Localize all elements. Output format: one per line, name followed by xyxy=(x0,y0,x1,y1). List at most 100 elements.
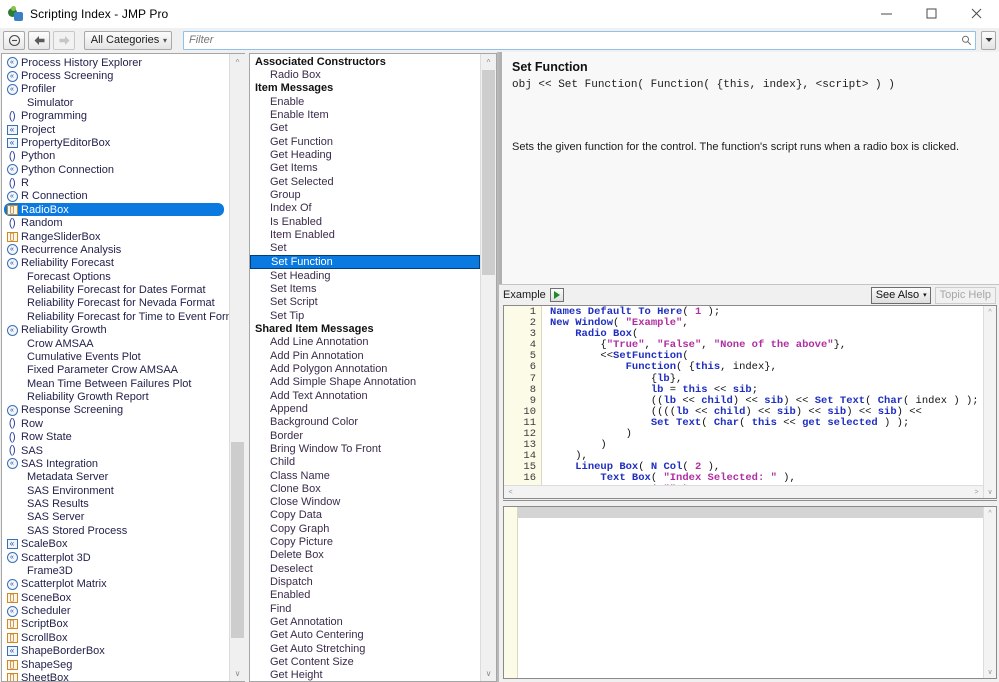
messages-item-bring-window-to-front[interactable]: Bring Window To Front xyxy=(250,442,480,455)
messages-item-set[interactable]: Set xyxy=(250,242,480,255)
messages-item-set-heading[interactable]: Set Heading xyxy=(250,269,480,282)
code-vscroll-track[interactable] xyxy=(984,319,996,485)
tree-item-sas[interactable]: ()SAS xyxy=(2,444,229,457)
messages-item-get-annotation[interactable]: Get Annotation xyxy=(250,615,480,628)
messages-item-delete-box[interactable]: Delete Box xyxy=(250,549,480,562)
tree-scroll-track[interactable] xyxy=(230,70,245,665)
tree-item-sas-results[interactable]: SAS Results xyxy=(2,497,229,510)
code-vertical-scrollbar[interactable]: ^ ∨ xyxy=(983,306,996,498)
tree-item-metadata-server[interactable]: Metadata Server xyxy=(2,471,229,484)
messages-item-copy-picture[interactable]: Copy Picture xyxy=(250,535,480,548)
tree-item-scriptbox[interactable]: []ScriptBox xyxy=(2,618,229,631)
tree-item-scrollbox[interactable]: []ScrollBox xyxy=(2,631,229,644)
minimize-button[interactable] xyxy=(864,0,909,28)
tree-item-r[interactable]: ()R xyxy=(2,176,229,189)
messages-item-copy-data[interactable]: Copy Data xyxy=(250,509,480,522)
tree-item-radiobox[interactable]: []RadioBox xyxy=(2,203,229,216)
tree-scroll-thumb[interactable] xyxy=(231,442,244,638)
tree-item-random[interactable]: ()Random xyxy=(2,217,229,230)
messages-item-child[interactable]: Child xyxy=(250,456,480,469)
tree-item-python-connection[interactable]: «Python Connection xyxy=(2,163,229,176)
messages-item-border[interactable]: Border xyxy=(250,429,480,442)
tree-item-scheduler[interactable]: «Scheduler xyxy=(2,604,229,617)
close-button[interactable] xyxy=(954,0,999,28)
tree-item-sas-stored-process[interactable]: SAS Stored Process xyxy=(2,524,229,537)
messages-item-group[interactable]: Group xyxy=(250,188,480,201)
scroll-up-icon[interactable]: ^ xyxy=(984,507,996,520)
tree-item-reliability-growth-report[interactable]: Reliability Growth Report xyxy=(2,390,229,403)
messages-item-get-function[interactable]: Get Function xyxy=(250,135,480,148)
maximize-button[interactable] xyxy=(909,0,954,28)
messages-item-set-function[interactable]: Set Function xyxy=(250,255,480,269)
output-canvas[interactable] xyxy=(518,518,983,678)
filter-dropdown-button[interactable] xyxy=(981,31,996,50)
tree-item-process-screening[interactable]: «Process Screening xyxy=(2,69,229,82)
messages-item-index-of[interactable]: Index Of xyxy=(250,202,480,215)
tree-item-scalebox[interactable]: «ScaleBox xyxy=(2,538,229,551)
scroll-down-icon[interactable]: ∨ xyxy=(230,665,245,681)
messages-item-append[interactable]: Append xyxy=(250,402,480,415)
run-script-icon[interactable] xyxy=(550,288,564,302)
messages-item-get-selected[interactable]: Get Selected xyxy=(250,175,480,188)
tree-item-frame3d[interactable]: Frame3D xyxy=(2,564,229,577)
tree-item-reliability-forecast-for-dates-format[interactable]: Reliability Forecast for Dates Format xyxy=(2,283,229,296)
messages-list[interactable]: Associated ConstructorsRadio BoxItem Mes… xyxy=(249,53,497,682)
tree-item-process-history-explorer[interactable]: «Process History Explorer xyxy=(2,56,229,69)
output-editor[interactable]: ^ ∨ xyxy=(503,506,997,679)
tree-item-cumulative-events-plot[interactable]: Cumulative Events Plot xyxy=(2,350,229,363)
messages-item-get-content-size[interactable]: Get Content Size xyxy=(250,655,480,668)
messages-item-get-heading[interactable]: Get Heading xyxy=(250,148,480,161)
scroll-left-icon[interactable]: < xyxy=(504,489,517,496)
tree-item-propertyeditorbox[interactable]: «PropertyEditorBox xyxy=(2,136,229,149)
scroll-up-icon[interactable]: ^ xyxy=(230,54,245,70)
filter-field-wrapper[interactable] xyxy=(183,31,976,50)
tree-item-profiler[interactable]: «Profiler xyxy=(2,83,229,96)
tree-item-row[interactable]: ()Row xyxy=(2,417,229,430)
messages-item-add-pin-annotation[interactable]: Add Pin Annotation xyxy=(250,349,480,362)
tree-item-sas-environment[interactable]: SAS Environment xyxy=(2,484,229,497)
tree-item-response-screening[interactable]: «Response Screening xyxy=(2,404,229,417)
messages-item-enabled[interactable]: Enabled xyxy=(250,589,480,602)
scroll-down-icon[interactable]: ∨ xyxy=(984,485,996,498)
tree-vertical-scrollbar[interactable]: ^ ∨ xyxy=(229,54,245,681)
messages-item-enable-item[interactable]: Enable Item xyxy=(250,108,480,121)
messages-item-class-name[interactable]: Class Name xyxy=(250,469,480,482)
messages-item-dispatch[interactable]: Dispatch xyxy=(250,575,480,588)
tree-item-reliability-forecast-for-time-to-event-format[interactable]: Reliability Forecast for Time to Event F… xyxy=(2,310,229,323)
category-dropdown[interactable]: All Categories ▾ xyxy=(84,31,172,50)
messages-item-get-auto-stretching[interactable]: Get Auto Stretching xyxy=(250,642,480,655)
tree-item-scatterplot-matrix[interactable]: «Scatterplot Matrix xyxy=(2,578,229,591)
messages-item-copy-graph[interactable]: Copy Graph xyxy=(250,522,480,535)
tree-item-reliability-growth[interactable]: «Reliability Growth xyxy=(2,324,229,337)
messages-item-add-polygon-annotation[interactable]: Add Polygon Annotation xyxy=(250,362,480,375)
tree-item-programming[interactable]: ()Programming xyxy=(2,110,229,123)
scroll-down-icon[interactable]: ∨ xyxy=(984,665,996,678)
messages-item-get-height[interactable]: Get Height xyxy=(250,669,480,681)
tree-item-row-state[interactable]: ()Row State xyxy=(2,431,229,444)
messages-list-rows[interactable]: Associated ConstructorsRadio BoxItem Mes… xyxy=(250,54,480,681)
tree-item-reliability-forecast-for-nevada-format[interactable]: Reliability Forecast for Nevada Format xyxy=(2,297,229,310)
messages-item-background-color[interactable]: Background Color xyxy=(250,416,480,429)
tree-item-fixed-parameter-crow-amsaa[interactable]: Fixed Parameter Crow AMSAA xyxy=(2,364,229,377)
messages-item-get[interactable]: Get xyxy=(250,122,480,135)
output-vertical-scrollbar[interactable]: ^ ∨ xyxy=(983,507,996,678)
see-also-button[interactable]: See Also ▾ xyxy=(871,287,931,304)
messages-item-item-enabled[interactable]: Item Enabled xyxy=(250,228,480,241)
messages-item-get-auto-centering[interactable]: Get Auto Centering xyxy=(250,629,480,642)
output-vscroll-track[interactable] xyxy=(984,520,996,665)
messages-item-close-window[interactable]: Close Window xyxy=(250,496,480,509)
messages-item-set-script[interactable]: Set Script xyxy=(250,296,480,309)
tree-item-scenebox[interactable]: []SceneBox xyxy=(2,591,229,604)
tree-item-sas-integration[interactable]: «SAS Integration xyxy=(2,457,229,470)
messages-item-add-line-annotation[interactable]: Add Line Annotation xyxy=(250,336,480,349)
tree-item-python[interactable]: ()Python xyxy=(2,150,229,163)
messages-item-add-simple-shape-annotation[interactable]: Add Simple Shape Annotation xyxy=(250,376,480,389)
filter-input[interactable] xyxy=(187,34,960,46)
code-content[interactable]: Names Default To Here( 1 );New Window( "… xyxy=(542,306,983,485)
scroll-right-icon[interactable]: > xyxy=(970,489,983,496)
messages-item-enable[interactable]: Enable xyxy=(250,95,480,108)
messages-scroll-track[interactable] xyxy=(481,70,496,665)
messages-item-get-items[interactable]: Get Items xyxy=(250,162,480,175)
messages-scroll-thumb[interactable] xyxy=(482,70,495,275)
tree-item-shapeborderbox[interactable]: «ShapeBorderBox xyxy=(2,645,229,658)
